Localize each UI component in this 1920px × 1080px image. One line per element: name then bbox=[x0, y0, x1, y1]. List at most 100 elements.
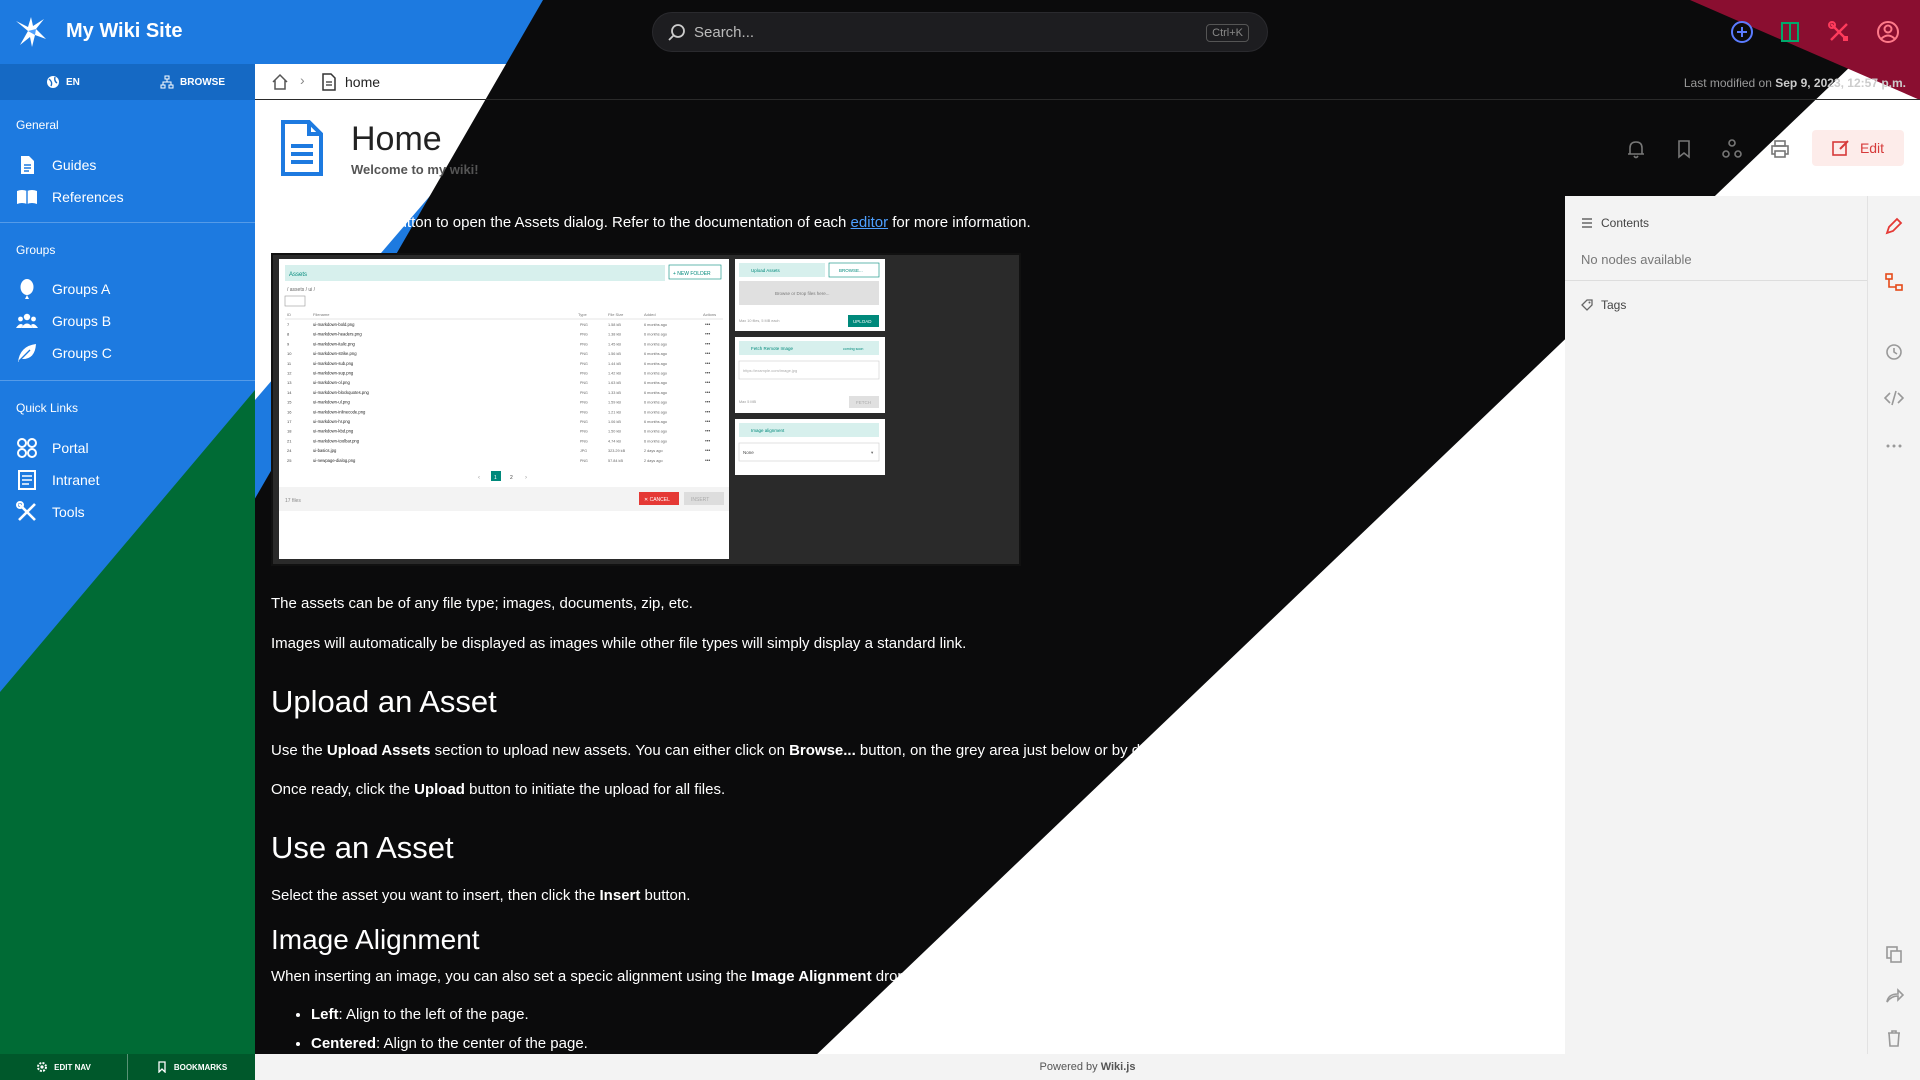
print-icon[interactable] bbox=[1769, 138, 1791, 160]
page-title: Home bbox=[351, 120, 442, 158]
page-subtitle: Welcome to my wiki! bbox=[351, 162, 479, 177]
copy-icon[interactable] bbox=[1884, 944, 1904, 964]
table-header: Actions bbox=[703, 312, 716, 317]
admin-icon[interactable] bbox=[1826, 19, 1852, 45]
assets-dialog-image: Assets + NEW FOLDER / assets / ui / ID Filen… bbox=[279, 259, 885, 559]
row-added: 6 months ago bbox=[644, 401, 667, 405]
dialog-path: / assets / ui / bbox=[287, 287, 316, 293]
row-id: 17 bbox=[287, 419, 292, 424]
row-size: 1.38 kB bbox=[608, 333, 621, 337]
upload-title: Upload Assets bbox=[751, 268, 781, 273]
fetch-note: Max 5 MB bbox=[739, 400, 757, 404]
row-added: 6 months ago bbox=[644, 430, 667, 434]
footer-prefix: Powered by bbox=[1039, 1061, 1101, 1073]
row-id: 16 bbox=[287, 409, 292, 414]
insert-label: INSERT bbox=[691, 497, 709, 503]
row-size: 1.59 kB bbox=[608, 401, 621, 405]
row-added: 6 months ago bbox=[644, 333, 667, 337]
sidebar-item-tools[interactable]: Tools bbox=[16, 500, 85, 524]
row-size: 1.06 kB bbox=[608, 420, 621, 424]
row-actions: ••• bbox=[705, 438, 711, 444]
table-header: Type bbox=[578, 312, 587, 317]
edit-nav-button[interactable]: EDIT NAV bbox=[0, 1054, 127, 1080]
breadcrumb-current[interactable]: home bbox=[345, 74, 380, 90]
page-doc-icon bbox=[281, 120, 323, 176]
row-filename: ui-markdown-sup.png bbox=[313, 371, 354, 376]
page-content: All editors have a button to open the As… bbox=[271, 196, 1561, 1054]
row-filename: ui-markdown-headers.png bbox=[313, 332, 362, 337]
wiki-logo-icon[interactable] bbox=[14, 15, 48, 49]
sidebar-item-portal[interactable]: Portal bbox=[16, 436, 89, 460]
page-actions-rail bbox=[1867, 196, 1920, 1054]
search-box[interactable]: Search... Ctrl+K bbox=[652, 12, 1268, 52]
sidebar-item-intranet[interactable]: Intranet bbox=[16, 468, 99, 492]
history-icon[interactable] bbox=[1884, 342, 1904, 362]
row-size: 1.45 kB bbox=[608, 342, 621, 346]
text: for more information. bbox=[888, 214, 1031, 231]
sidebar-item-guides[interactable]: Guides bbox=[16, 153, 96, 177]
search-shortcut: Ctrl+K bbox=[1206, 24, 1249, 42]
dialog-title-bar bbox=[285, 265, 665, 281]
heading-image-alignment: Image Alignment bbox=[271, 924, 480, 955]
text: button, on the grey area just below or b… bbox=[855, 742, 1422, 759]
alignment-paragraph: When inserting an image, you can also se… bbox=[271, 968, 1133, 985]
row-id: 24 bbox=[287, 448, 292, 453]
more-icon[interactable] bbox=[1884, 436, 1904, 456]
share-icon[interactable] bbox=[1884, 986, 1904, 1006]
row-id: 14 bbox=[287, 390, 292, 395]
sidebar-item-groups-c[interactable]: Groups C bbox=[16, 341, 112, 365]
tab-language-label: EN bbox=[66, 76, 80, 88]
bookmarks-button[interactable]: BOOKMARKS bbox=[127, 1054, 255, 1080]
heading-use-asset: Use an Asset bbox=[271, 830, 454, 865]
images-paragraph: Images will automatically be displayed a… bbox=[271, 635, 967, 652]
app-window: My Wiki Site Search... Ctrl+K EN BROWSE … bbox=[0, 0, 1920, 1080]
row-type: PNG bbox=[580, 410, 588, 414]
document-icon bbox=[21, 156, 34, 174]
row-added: 6 months ago bbox=[644, 439, 667, 443]
row-type: JPG bbox=[580, 449, 587, 453]
share-network-icon[interactable] bbox=[1721, 138, 1743, 160]
edit-button[interactable]: Edit bbox=[1812, 130, 1904, 166]
sidebar-item-label: References bbox=[52, 189, 124, 205]
row-added: 6 months ago bbox=[644, 323, 667, 327]
sidebar-item-groups-b[interactable]: Groups B bbox=[16, 309, 111, 333]
last-modified-prefix: Last modified on bbox=[1683, 76, 1772, 90]
browse-label: BROWSE... bbox=[839, 268, 863, 273]
footer-brand[interactable]: Wiki.js bbox=[1101, 1061, 1136, 1073]
text: Use the bbox=[271, 742, 327, 759]
sidebar-item-references[interactable]: References bbox=[16, 185, 124, 209]
delete-icon[interactable] bbox=[1884, 1028, 1904, 1048]
browse-icon[interactable] bbox=[1777, 19, 1803, 45]
bookmark-icon[interactable] bbox=[1673, 138, 1695, 160]
search-icon bbox=[668, 24, 685, 41]
account-icon[interactable] bbox=[1875, 19, 1901, 45]
bell-icon[interactable] bbox=[1625, 138, 1647, 160]
alignment-list: Left: Align to the left of the page. Cen… bbox=[311, 1006, 588, 1052]
row-actions: ••• bbox=[705, 390, 711, 396]
align-value: None bbox=[743, 450, 754, 455]
row-added: 6 months ago bbox=[644, 352, 667, 356]
editor-link[interactable]: editor bbox=[851, 214, 889, 231]
upload-label: UPLOAD bbox=[853, 319, 872, 324]
align-select bbox=[738, 442, 880, 462]
row-added: 6 months ago bbox=[644, 362, 667, 366]
sidebar-item-groups-a[interactable]: Groups A bbox=[16, 277, 110, 301]
footer: Powered by Wiki.js bbox=[255, 1054, 1920, 1080]
new-page-icon[interactable] bbox=[1729, 19, 1755, 45]
site-title[interactable]: My Wiki Site bbox=[66, 20, 183, 43]
row-actions: ••• bbox=[705, 429, 711, 435]
sidebar-item-label: Portal bbox=[52, 440, 89, 456]
files-count: 17 files bbox=[285, 498, 301, 504]
use-paragraph: Select the asset you want to insert, the… bbox=[271, 887, 690, 904]
pen-icon[interactable] bbox=[1884, 216, 1904, 236]
toc-divider bbox=[1565, 280, 1867, 281]
tab-browse[interactable]: BROWSE bbox=[160, 64, 225, 100]
home-icon[interactable] bbox=[271, 73, 289, 91]
tab-browse-label: BROWSE bbox=[180, 76, 225, 88]
tree-icon[interactable] bbox=[1884, 272, 1904, 292]
row-type: PNG bbox=[580, 459, 588, 463]
code-icon[interactable] bbox=[1884, 388, 1904, 408]
fetch-placeholder: https://example.com/image.jpg bbox=[743, 368, 797, 373]
row-id: 13 bbox=[287, 380, 292, 385]
tab-language[interactable]: EN bbox=[46, 64, 80, 100]
